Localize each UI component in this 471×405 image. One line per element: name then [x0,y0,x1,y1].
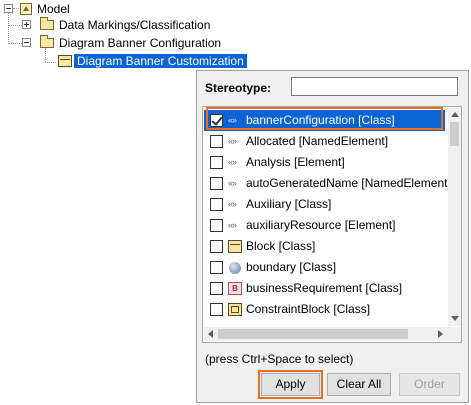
stereotype-checkbox[interactable] [210,282,223,295]
block-icon [228,240,242,253]
stereotype-list: «» bannerConfiguration [Class] «» Allocated… [202,106,462,343]
stereotype-list-item[interactable]: «» bannerConfiguration [Class] [204,110,445,131]
stereotype-item-label: Auxiliary [Class] [246,197,332,211]
tree-item-label: Model [37,2,70,16]
expand-data-markings-toggle[interactable] [22,20,31,29]
stereotype-list-item[interactable]: «» Auxiliary [Class] [204,194,445,215]
stereotype-search-input[interactable] [291,77,458,96]
stereotype-item-label: autoGeneratedName [NamedElement] [246,176,451,190]
scroll-left-arrow-icon[interactable] [208,330,213,338]
stereotype-checkbox[interactable] [210,198,223,211]
stereotype-item-label: businessRequirement [Class] [246,281,403,295]
stereotype-item-label: Analysis [Element] [246,155,345,169]
stereotype-list-item[interactable]: Block [Class] [204,236,445,257]
stereotype-list-item[interactable]: boundary [Class] [204,257,445,278]
stereotype-popup: Stereotype: «» bannerConfiguration [Class… [196,70,469,403]
scroll-up-arrow-icon[interactable] [451,112,459,117]
stereotype-checkbox[interactable] [210,156,223,169]
stereotype-item-label: auxiliaryResource [Element] [246,218,396,232]
stereotype-checkbox[interactable] [210,240,223,253]
hint-text: (press Ctrl+Space to select) [205,352,354,366]
stereotype-checkbox[interactable] [210,303,223,316]
stereotype-icon: «» [228,115,237,125]
stereotype-icon: «» [228,157,237,167]
stereotype-list-item[interactable]: ConstraintBlock [Class] [204,299,445,320]
tree-item-label: Diagram Banner Configuration [59,36,222,50]
horizontal-scroll-thumb[interactable] [218,329,408,339]
boundary-icon [229,262,241,274]
tree-item-label: Data Markings/Classification [59,18,211,32]
apply-button[interactable]: Apply [261,373,320,396]
stereotype-list-item[interactable]: «» autoGeneratedName [NamedElement] [204,173,451,194]
clear-all-button[interactable]: Clear All [327,373,391,396]
tree-item-diagram-banner-customization[interactable]: Diagram Banner Customization [74,52,247,70]
scroll-right-arrow-icon[interactable] [438,330,443,338]
stereotype-checkbox[interactable] [210,135,223,148]
stereotype-checkbox[interactable] [210,219,223,232]
stereotype-item-label: bannerConfiguration [Class] [246,113,395,127]
model-icon [20,3,32,15]
stereotype-item-label: ConstraintBlock [Class] [246,302,371,316]
vertical-scroll-thumb[interactable] [450,122,459,146]
stereotype-list-item[interactable]: BbusinessRequirement [Class] [204,278,445,299]
horizontal-scrollbar[interactable] [204,327,448,341]
business-requirement-icon: B [228,282,242,295]
collapse-diagram-banner-config-toggle[interactable] [22,38,31,47]
banner-customization-icon [58,55,72,67]
stereotype-icon: «» [228,178,237,188]
stereotype-item-label: boundary [Class] [246,260,337,274]
stereotype-icon: «» [228,220,237,230]
stereotype-item-label: Block [Class] [246,239,316,253]
order-button[interactable]: Order [399,373,460,396]
stereotype-icon: «» [228,199,237,209]
collapse-model-toggle[interactable] [4,4,13,13]
stereotype-list-item[interactable]: «» Analysis [Element] [204,152,445,173]
folder-icon [40,17,54,30]
folder-icon [40,35,54,48]
stereotype-checkbox[interactable] [210,177,223,190]
vertical-scrollbar[interactable] [448,108,461,326]
stereotype-label: Stereotype: [205,81,272,95]
stereotype-checkbox[interactable] [210,114,223,127]
scrollbar-corner [448,327,461,341]
stereotype-item-label: Allocated [NamedElement] [246,134,389,148]
tree-item-label: Diagram Banner Customization [74,54,247,68]
tree-item-data-markings[interactable]: Data Markings/Classification [59,16,210,34]
scroll-down-arrow-icon[interactable] [451,316,459,321]
stereotype-checkbox[interactable] [210,261,223,274]
tree-item-diagram-banner-configuration[interactable]: Diagram Banner Configuration [59,34,221,52]
stereotype-list-item[interactable]: «» auxiliaryResource [Element] [204,215,445,236]
stereotype-icon: «» [228,136,237,146]
constraint-block-icon [228,303,242,316]
stereotype-list-item[interactable]: «» Allocated [NamedElement] [204,131,445,152]
